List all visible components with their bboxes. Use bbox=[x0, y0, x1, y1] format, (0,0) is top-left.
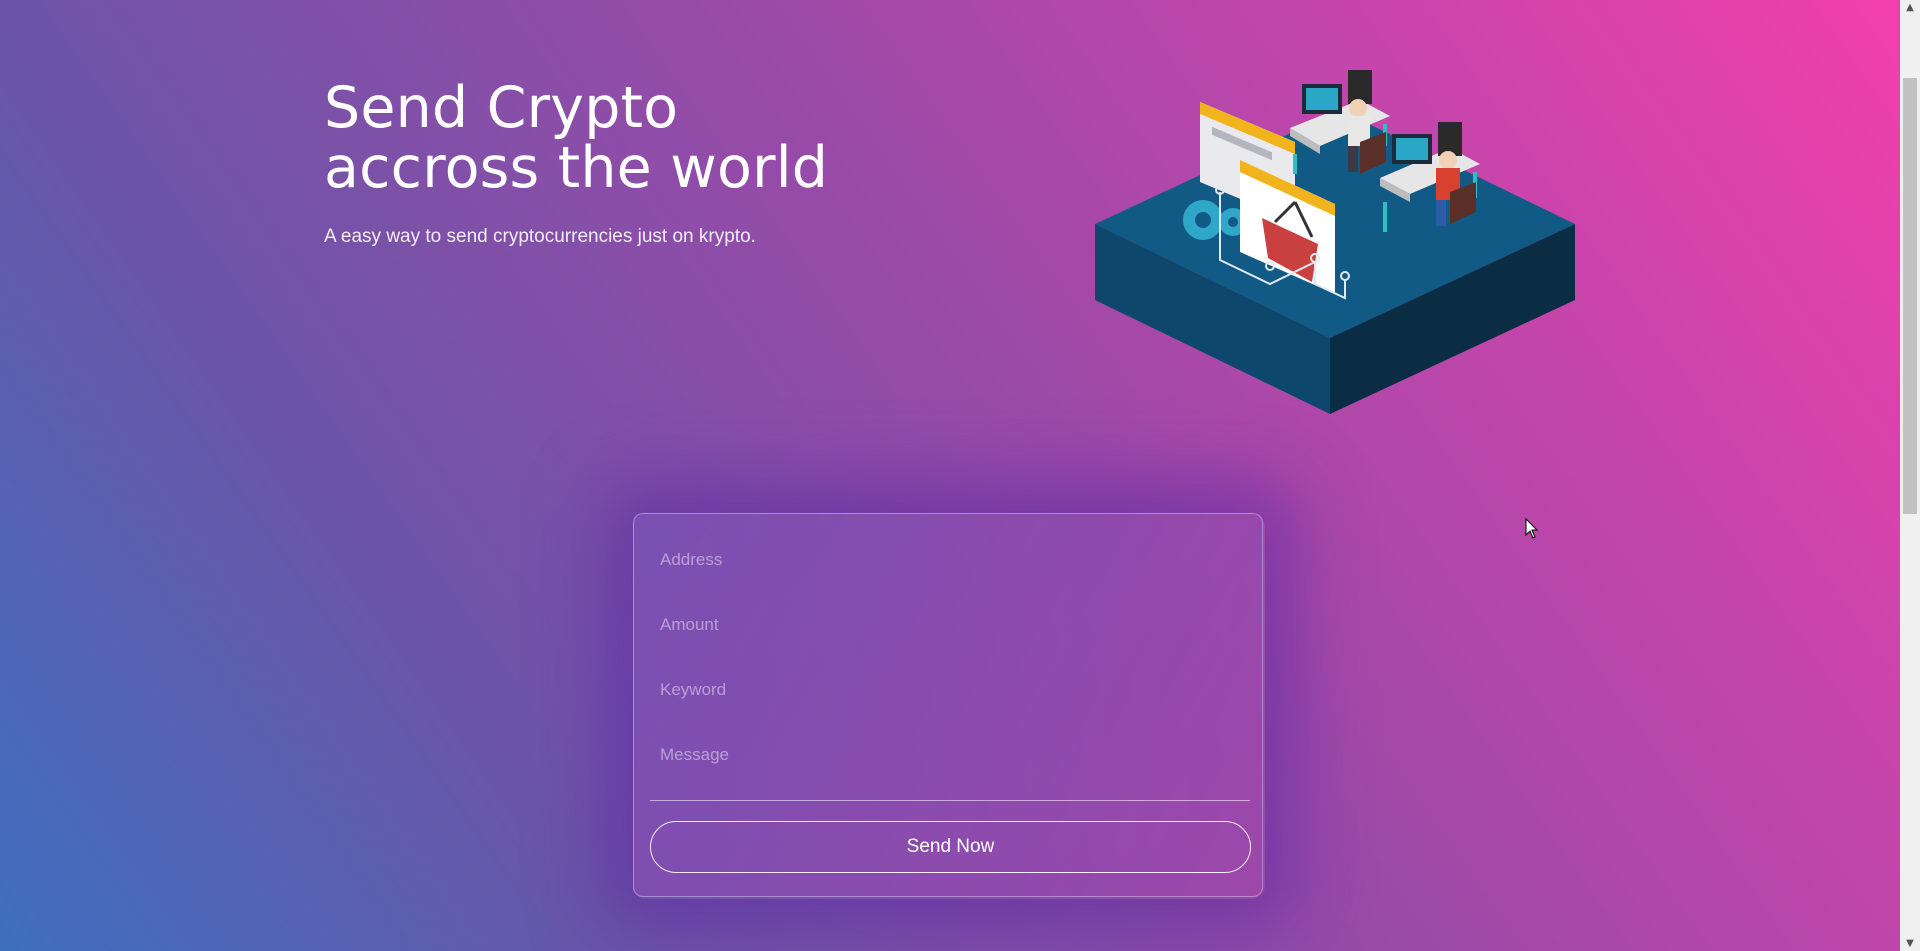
form-divider bbox=[650, 800, 1250, 801]
hero-subtitle: A easy way to send cryptocurrencies just… bbox=[324, 226, 756, 247]
hero-title-line1: Send Crypto bbox=[324, 75, 679, 141]
scroll-up-arrow-icon[interactable]: ▲ bbox=[1904, 2, 1916, 13]
mouse-cursor-icon bbox=[1525, 518, 1539, 539]
hero-title-line2: accross the world bbox=[324, 135, 829, 201]
amount-input[interactable] bbox=[650, 602, 1246, 648]
hero-title: Send Crypto accross the world bbox=[324, 78, 944, 198]
send-form: Send Now bbox=[633, 513, 1263, 897]
vertical-scrollbar[interactable]: ▲ ▼ bbox=[1900, 0, 1920, 951]
scroll-down-arrow-icon[interactable]: ▼ bbox=[1904, 938, 1916, 949]
send-now-button[interactable]: Send Now bbox=[650, 821, 1251, 873]
scrollbar-thumb[interactable] bbox=[1903, 78, 1917, 514]
hero-section: Send Crypto accross the world A easy way… bbox=[324, 78, 944, 248]
isometric-office-illustration bbox=[1095, 70, 1575, 414]
landing-page: Send Crypto accross the world A easy way… bbox=[0, 0, 1900, 951]
message-input[interactable] bbox=[650, 732, 1246, 778]
keyword-input[interactable] bbox=[650, 667, 1246, 713]
address-input[interactable] bbox=[650, 537, 1246, 583]
